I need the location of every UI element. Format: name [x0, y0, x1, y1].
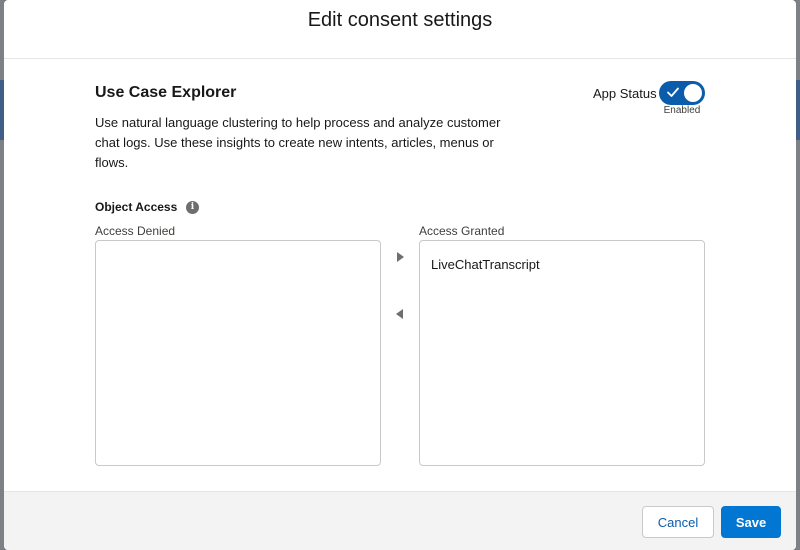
modal-header: Edit consent settings: [4, 0, 796, 59]
list-item[interactable]: LiveChatTranscript: [431, 257, 540, 272]
triangle-left-icon[interactable]: [392, 306, 408, 322]
info-icon[interactable]: i: [186, 201, 199, 214]
access-granted-listbox[interactable]: LiveChatTranscript: [419, 240, 705, 466]
background-page-header-right: [796, 80, 800, 140]
access-granted-label: Access Granted: [419, 224, 505, 238]
access-denied-label: Access Denied: [95, 224, 176, 238]
object-access-label: Object Access: [95, 200, 178, 214]
cancel-button[interactable]: Cancel: [642, 506, 714, 538]
app-status-toggle[interactable]: [659, 81, 705, 105]
modal-title: Edit consent settings: [307, 8, 493, 31]
consent-settings-modal: Edit consent settings Use Case Explorer …: [4, 0, 796, 550]
modal-footer: Cancel Save: [4, 491, 796, 550]
app-status-text: Enabled: [663, 105, 701, 116]
app-status-label: App Status: [593, 86, 657, 101]
triangle-right-icon[interactable]: [392, 249, 408, 265]
toggle-knob: [684, 84, 702, 102]
save-button[interactable]: Save: [721, 506, 781, 538]
access-denied-listbox[interactable]: [95, 240, 381, 466]
app-name: Use Case Explorer: [95, 84, 237, 101]
page-backdrop: Edit consent settings Use Case Explorer …: [0, 0, 800, 550]
app-description: Use natural language clustering to help …: [95, 115, 501, 170]
check-icon: [667, 87, 679, 97]
